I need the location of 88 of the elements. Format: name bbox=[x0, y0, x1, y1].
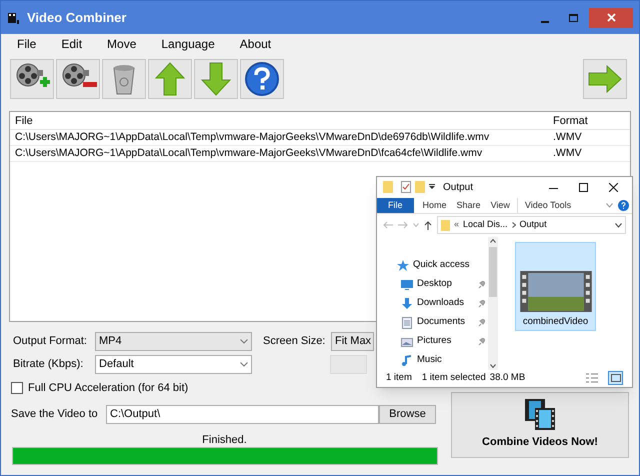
ribbon-tab[interactable]: Share bbox=[452, 198, 486, 213]
right-arrow-icon bbox=[587, 64, 623, 94]
table-cell-text: .WMV bbox=[553, 130, 582, 145]
menu-item[interactable]: About bbox=[234, 35, 278, 53]
large-icons-view-icon bbox=[610, 374, 620, 382]
scrollbar[interactable] bbox=[488, 236, 498, 370]
browse-button[interactable]: Browse bbox=[379, 404, 436, 424]
address-bar[interactable]: « Local Dis... Output bbox=[437, 216, 626, 234]
status-text: 1 item selected bbox=[422, 371, 486, 386]
nav-item[interactable]: Quick access bbox=[413, 258, 485, 273]
minimize-icon bbox=[541, 20, 549, 22]
table-cell-text: C:\Users\MAJORG~1\AppData\Local\Temp\vmware-MajorGeeks\VMwareDnD\de6976db\Wildlife.wmv bbox=[14, 130, 490, 145]
column-header[interactable]: Format bbox=[553, 112, 588, 129]
field-label: Output Format: bbox=[13, 334, 88, 350]
chevron-down-icon bbox=[615, 222, 622, 228]
explorer-title: Output bbox=[443, 180, 474, 195]
nav-item[interactable]: Desktop bbox=[417, 277, 478, 292]
nav-item[interactable]: Documents bbox=[417, 315, 478, 330]
film-icon bbox=[7, 10, 19, 24]
film-strips-icon bbox=[523, 398, 557, 432]
breadcrumb-item[interactable]: Output bbox=[520, 218, 547, 232]
status-text: 1 item bbox=[386, 371, 412, 386]
breadcrumb-item[interactable]: Local Dis... bbox=[463, 218, 508, 232]
file-tile[interactable]: combinedVideo bbox=[515, 242, 596, 331]
chevron-down-icon bbox=[606, 202, 613, 208]
ribbon-tab[interactable]: Home bbox=[418, 198, 452, 213]
back-arrow-icon bbox=[383, 221, 393, 230]
path-input-field[interactable]: C:\Output\ bbox=[106, 404, 379, 424]
download-icon bbox=[401, 298, 413, 310]
table-cell-text: C:\Users\MAJORG~1\AppData\Local\Temp\vmware-MajorGeeks\VMwareDnD\fca64cfe\Wildlife.wmv bbox=[14, 146, 484, 161]
column-header[interactable]: File bbox=[10, 112, 553, 129]
video-thumbnail-icon bbox=[520, 270, 592, 312]
help-icon bbox=[618, 200, 629, 211]
up-arrow-icon bbox=[424, 220, 432, 230]
nav-item[interactable]: Downloads bbox=[417, 296, 478, 311]
field-label: Save the Video to bbox=[11, 406, 99, 422]
breadcrumb-overflow[interactable]: « bbox=[454, 218, 460, 232]
folder-icon bbox=[383, 181, 393, 194]
ribbon-tab[interactable]: View bbox=[486, 198, 515, 213]
dropdown-arrow-icon bbox=[429, 184, 435, 190]
checklist-icon bbox=[401, 181, 411, 194]
toolbar-button[interactable] bbox=[240, 59, 284, 99]
ribbon-tab[interactable]: Video Tools bbox=[516, 198, 576, 213]
nav-item[interactable]: Pictures bbox=[417, 334, 478, 349]
music-icon bbox=[401, 354, 413, 367]
dropdown[interactable]: Fit Max bbox=[331, 332, 374, 351]
field-label: Screen Size: bbox=[263, 334, 326, 350]
menu-item[interactable]: File bbox=[11, 35, 42, 53]
field-label: Bitrate (Kbps): bbox=[13, 357, 84, 372]
checkbox-label: Full CPU Acceleration (for 64 bit) bbox=[28, 381, 188, 396]
scrollbar-thumb[interactable] bbox=[489, 246, 497, 297]
window-title: Video Combiner bbox=[27, 8, 126, 27]
chevron-down-icon bbox=[240, 339, 248, 344]
toolbar-button[interactable] bbox=[56, 59, 100, 99]
next-button[interactable] bbox=[583, 59, 627, 99]
maximize-icon bbox=[568, 14, 578, 22]
desktop-icon bbox=[401, 278, 413, 291]
chevron-right-icon bbox=[512, 222, 516, 228]
toolbar-button[interactable] bbox=[10, 59, 54, 99]
scroll-down-icon bbox=[490, 364, 496, 368]
table-cell-text: .WMV bbox=[553, 146, 582, 161]
details-view-icon bbox=[586, 373, 598, 384]
maximize-icon bbox=[578, 182, 588, 192]
combine-button[interactable]: Combine Videos Now! bbox=[451, 392, 629, 458]
nav-item[interactable]: Music bbox=[417, 353, 485, 368]
large-icons-view-button[interactable] bbox=[608, 371, 623, 386]
chevron-down-icon bbox=[240, 362, 248, 367]
forward-arrow-icon bbox=[398, 221, 408, 230]
close-icon bbox=[608, 182, 618, 192]
document-icon bbox=[401, 316, 413, 329]
status-text: Finished. bbox=[202, 432, 247, 446]
ribbon-tab[interactable]: File bbox=[377, 198, 414, 213]
dropdown[interactable]: MP4 bbox=[95, 332, 252, 351]
menu-item[interactable]: Edit bbox=[55, 35, 88, 53]
folder-icon bbox=[415, 181, 425, 194]
dropdown[interactable]: Default bbox=[95, 355, 252, 374]
chevron-down-icon bbox=[413, 223, 419, 228]
file-name[interactable]: combinedVideo bbox=[522, 315, 588, 330]
scroll-up-icon bbox=[490, 238, 496, 243]
help-icon bbox=[243, 60, 281, 98]
folder-icon bbox=[441, 220, 450, 231]
picture-icon bbox=[401, 336, 413, 348]
checkbox[interactable] bbox=[11, 382, 23, 394]
close-icon bbox=[606, 13, 616, 22]
menu-item[interactable]: Move bbox=[101, 35, 142, 53]
star-icon bbox=[397, 260, 409, 272]
status-text: 38.0 MB bbox=[490, 371, 526, 386]
menu-item[interactable]: Language bbox=[155, 35, 221, 53]
